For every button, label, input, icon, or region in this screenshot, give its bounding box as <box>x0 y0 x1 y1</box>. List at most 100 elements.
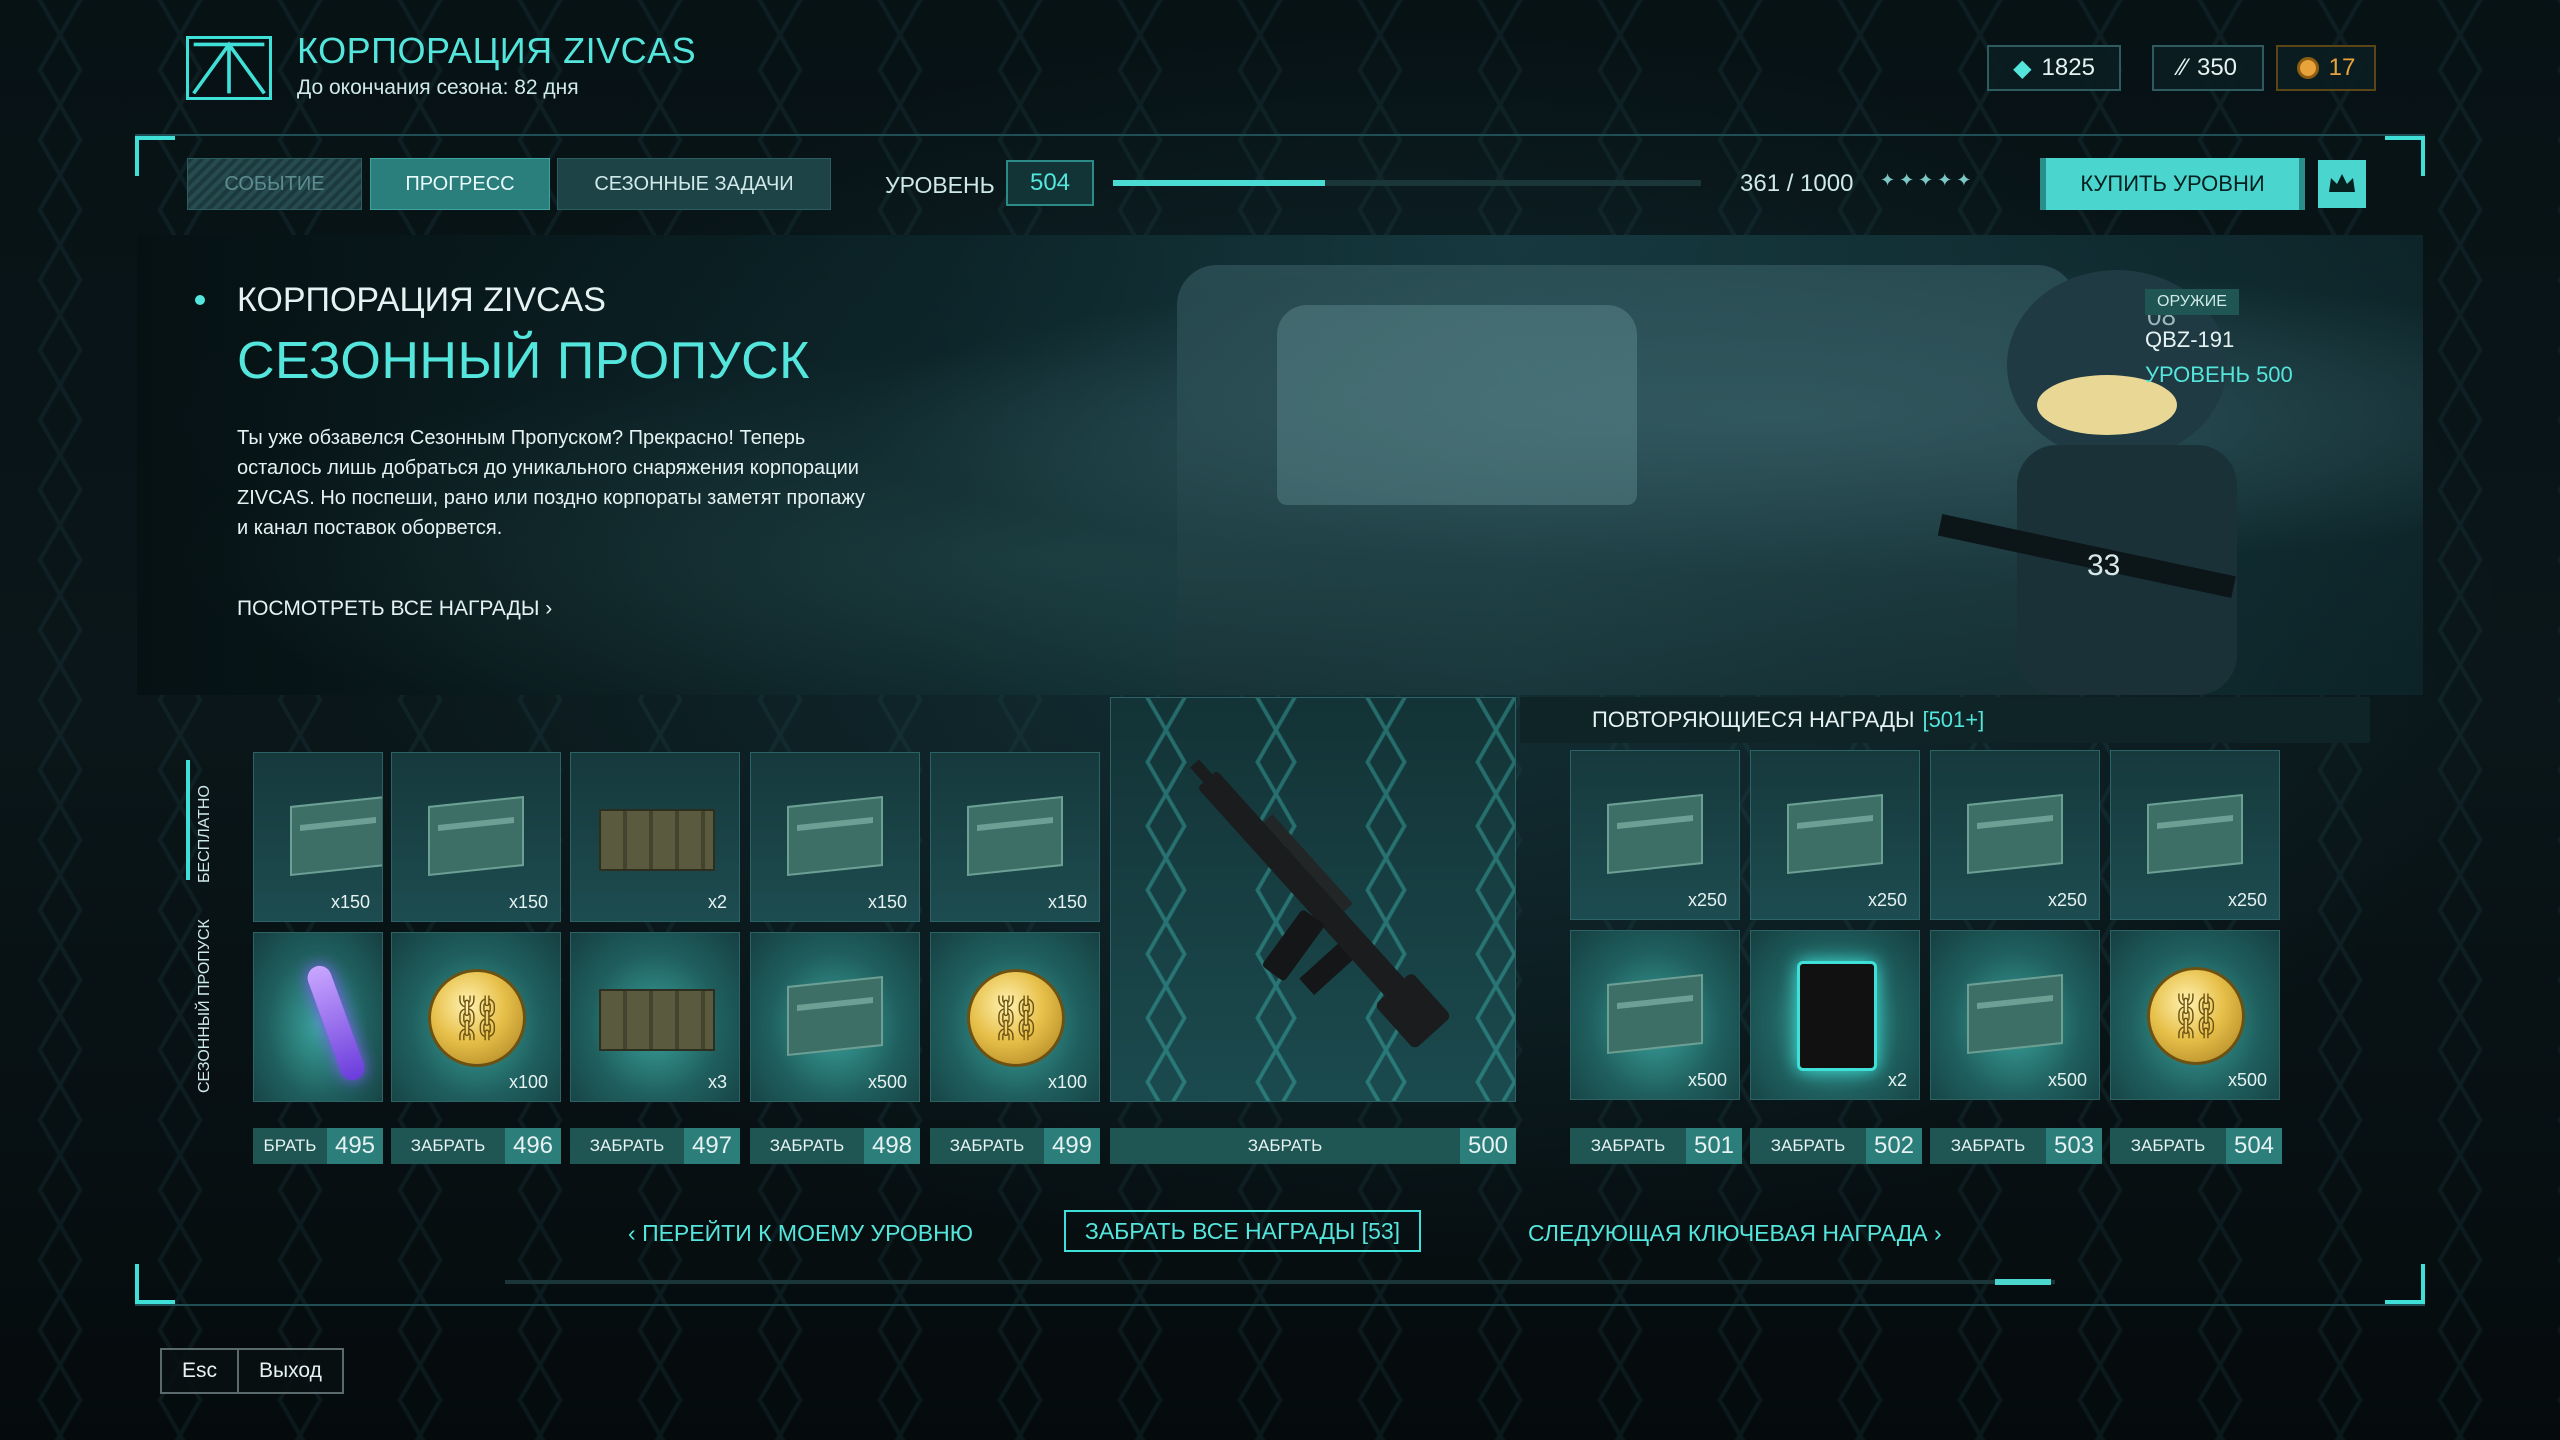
repeating.pass_row-reward-card[interactable]: x500 <box>2110 930 2280 1100</box>
hero-description: Ты уже обзавелся Сезонным Пропуском? Пре… <box>237 427 866 539</box>
reward-quantity: x250 <box>2047 890 2087 910</box>
tickets-value: 350 <box>2196 54 2238 81</box>
reward-quantity: x500 <box>1687 1070 1727 1090</box>
pass_row-reward-card[interactable]: x100 <box>930 932 1100 1102</box>
currency-coins[interactable]: 17 <box>2276 45 2376 91</box>
free-track-label: БЕСПЛАТНО <box>196 785 213 883</box>
coins-value: 17 <box>2328 54 2356 81</box>
claim-button[interactable]: ЗАБРАТЬ 502 <box>1750 1128 1922 1164</box>
scrollbar-thumb[interactable] <box>1995 1279 2051 1285</box>
zivcas-card-icon <box>1607 973 1703 1055</box>
pass_row-reward-card[interactable]: x3 <box>570 932 740 1102</box>
zivcas-logo-icon <box>186 36 272 100</box>
gold-chain-coin-icon <box>428 969 526 1067</box>
free_row-reward-card[interactable]: x150 <box>253 752 383 922</box>
repeating.free_row-reward-card[interactable]: x250 <box>1750 750 1920 920</box>
claim-level: 498 <box>864 1128 920 1164</box>
hero-corp-name: КОРПОРАЦИЯ ZIVCAS <box>237 281 606 319</box>
xp-text: 361 / 1000 <box>1740 170 1854 197</box>
crown-icon <box>2329 174 2355 192</box>
pass-track-label: СЕЗОННЫЙ ПРОПУСК <box>196 919 213 1093</box>
premium-button[interactable] <box>2318 160 2366 208</box>
buy-levels-button[interactable]: КУПИТЬ УРОВНИ <box>2040 158 2305 210</box>
repeating.free_row-reward-card[interactable]: x250 <box>1930 750 2100 920</box>
reward-quantity: x500 <box>2227 1070 2267 1090</box>
claim-level: 500 <box>1460 1128 1516 1164</box>
claim-button[interactable]: ЗАБРАТЬ 496 <box>391 1128 561 1164</box>
corner-bl <box>135 1264 175 1304</box>
pass_row-reward-card[interactable] <box>253 932 383 1102</box>
claim-label: ЗАБРАТЬ <box>1770 1136 1846 1155</box>
level-label: УРОВЕНЬ <box>885 172 995 198</box>
hero-title: СЕЗОННЫЙ ПРОПУСК <box>237 332 810 390</box>
claim-label: ЗАБРАТЬ <box>589 1136 665 1155</box>
free_row-reward-card[interactable]: x150 <box>750 752 920 922</box>
claim-button[interactable]: ЗАБРАТЬ 500 <box>1110 1128 1516 1164</box>
zivcas-card-icon <box>428 795 524 877</box>
pass_row-reward-card[interactable]: x500 <box>750 932 920 1102</box>
zivcas-card-icon <box>787 795 883 877</box>
reward-quantity: x250 <box>2227 890 2267 910</box>
tab-progress[interactable]: ПРОГРЕСС <box>370 158 550 210</box>
esc-key: Esc <box>162 1350 240 1392</box>
reward-quantity: x100 <box>1047 1072 1087 1092</box>
gold-chain-coin-icon <box>2147 967 2245 1065</box>
chevron-left-icon: ‹ <box>628 1219 643 1246</box>
repeating.pass_row-reward-card[interactable]: x500 <box>1930 930 2100 1100</box>
repeating.free_row-reward-card[interactable]: x250 <box>1570 750 1740 920</box>
goto-my-level-button[interactable]: ‹ ПЕРЕЙТИ К МОЕМУ УРОВНЮ <box>628 1213 973 1253</box>
currency-gems[interactable]: ◆ 1825 <box>1987 45 2121 91</box>
free-track-marker <box>186 760 190 880</box>
claim-label: ЗАБРАТЬ <box>769 1136 845 1155</box>
repeating.pass_row-reward-card[interactable]: x2 <box>1750 930 1920 1100</box>
view-all-rewards-link[interactable]: ПОСМОТРЕТЬ ВСЕ НАГРАДЫ › <box>237 597 552 621</box>
repeating-range: [501+] <box>1922 707 1985 732</box>
claim-label: ЗАБРАТЬ <box>1590 1136 1666 1155</box>
repeating.pass_row-reward-card[interactable]: x500 <box>1570 930 1740 1100</box>
weapon-name: QBZ-191 <box>2145 327 2235 352</box>
chevron-right-icon: › <box>545 597 553 620</box>
claim-button[interactable]: ЗАБРАТЬ 501 <box>1570 1128 1742 1164</box>
pass_row-reward-card[interactable]: x100 <box>391 932 561 1102</box>
next-key-reward-button[interactable]: СЛЕДУЮЩАЯ КЛЮЧЕВАЯ НАГРАДА › <box>1528 1213 1942 1253</box>
exit-hint[interactable]: Esc Выход <box>160 1348 344 1394</box>
reward-quantity: x500 <box>867 1072 907 1092</box>
view-all-label: ПОСМОТРЕТЬ ВСЕ НАГРАДЫ <box>237 597 540 620</box>
free_row-reward-card[interactable]: x150 <box>930 752 1100 922</box>
free_row-reward-card[interactable]: x150 <box>391 752 561 922</box>
zivcas-card-icon <box>290 795 382 877</box>
svg-text:33: 33 <box>2087 549 2120 582</box>
currency-tickets[interactable]: ⁄⁄ 350 <box>2152 45 2264 91</box>
claim-level: 499 <box>1044 1128 1100 1164</box>
claim-label: ЗАБРАТЬ <box>2130 1136 2206 1155</box>
key-reward-card[interactable] <box>1110 697 1516 1102</box>
gem-icon: ◆ <box>2013 54 2032 82</box>
reward-quantity: x150 <box>330 892 370 912</box>
bullet-dot <box>195 295 205 305</box>
rewards-scrollbar[interactable] <box>505 1279 2055 1285</box>
claim-button[interactable]: ЗАБРАТЬ 499 <box>930 1128 1100 1164</box>
level-value: 504 <box>1006 160 1094 206</box>
next-key-label: СЛЕДУЮЩАЯ КЛЮЧЕВАЯ НАГРАДА <box>1528 1219 1928 1246</box>
claim-button[interactable]: ЗАБРАТЬ 498 <box>750 1128 920 1164</box>
tab-season-tasks[interactable]: СЕЗОННЫЕ ЗАДАЧИ <box>557 158 831 210</box>
soldier-art: 33 08 <box>1937 270 2237 695</box>
glowstick-icon <box>304 962 368 1084</box>
claim-label: ЗАБРАТЬ <box>410 1136 486 1155</box>
reward-quantity: x150 <box>867 892 907 912</box>
claim-level: 503 <box>2046 1128 2102 1164</box>
reward-quantity: x2 <box>707 892 727 912</box>
claim-button[interactable]: ЗАБРАТЬ 504 <box>2110 1128 2282 1164</box>
reward-quantity: x2 <box>1887 1070 1907 1090</box>
page-title: КОРПОРАЦИЯ ZIVCAS <box>297 30 697 71</box>
claim-button[interactable]: БРАТЬ 495 <box>253 1128 383 1164</box>
claim-button[interactable]: ЗАБРАТЬ 497 <box>570 1128 740 1164</box>
tab-event[interactable]: СОБЫТИЕ <box>187 158 362 210</box>
claim-button[interactable]: ЗАБРАТЬ 503 <box>1930 1128 2102 1164</box>
zivcas-card-icon <box>1967 973 2063 1055</box>
season-remaining: До окончания сезона: 82 дня <box>297 76 579 99</box>
repeating.free_row-reward-card[interactable]: x250 <box>2110 750 2280 920</box>
weapon-tag: ОРУЖИЕ <box>2145 289 2239 315</box>
free_row-reward-card[interactable]: x2 <box>570 752 740 922</box>
claim-all-button[interactable]: ЗАБРАТЬ ВСЕ НАГРАДЫ [53] <box>1064 1210 1421 1252</box>
